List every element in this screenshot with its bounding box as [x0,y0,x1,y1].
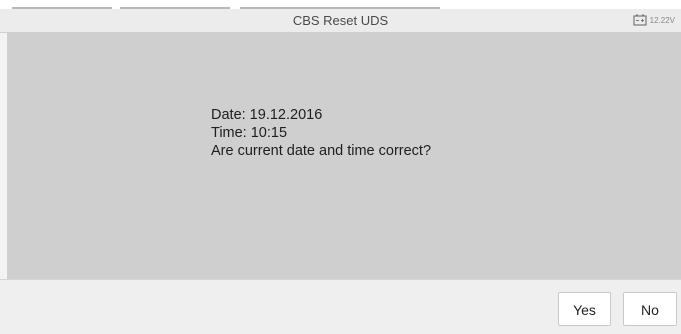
diagnostic-screen: CBS Reset UDS 12.22V Date: 19.12.2016 Ti… [0,0,681,334]
confirmation-message: Date: 19.12.2016 Time: 10:15 Are current… [211,106,431,160]
battery-status: 12.22V [633,14,675,26]
page-title: CBS Reset UDS [292,13,389,28]
yes-button[interactable]: Yes [558,292,611,326]
time-line: Time: 10:15 [211,125,288,141]
title-bar: CBS Reset UDS 12.22V [0,9,681,33]
left-edge [0,33,7,279]
battery-voltage: 12.22V [649,15,675,25]
button-bar: Yes No [0,279,681,334]
battery-icon [633,14,647,26]
no-button[interactable]: No [623,292,677,326]
date-line: Date: 19.12.2016 [211,107,323,123]
question-line: Are current date and time correct? [211,143,432,159]
